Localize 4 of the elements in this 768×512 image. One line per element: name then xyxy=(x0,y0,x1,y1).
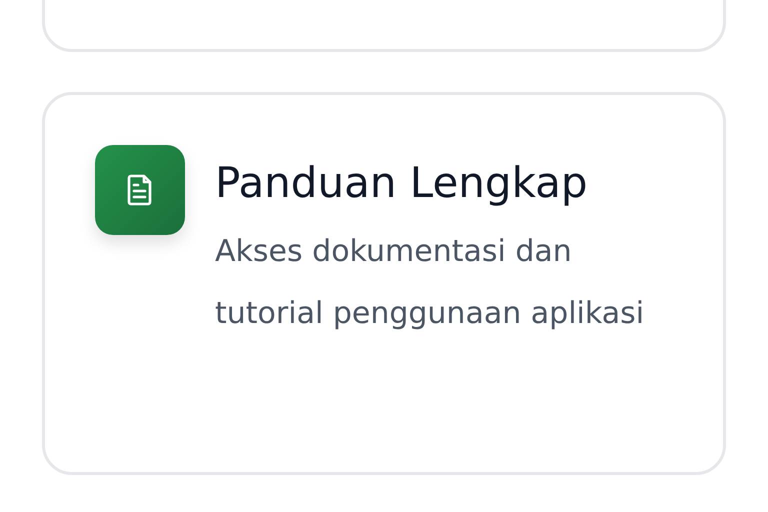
card-title: Panduan Lengkap xyxy=(215,157,589,209)
document-icon xyxy=(95,145,185,235)
card[interactable]: Panduan Lengkap Akses dokumentasi dan tutorial penggunaan aplikasi xyxy=(42,92,726,475)
card-description: Akses dokumentasi dan tutorial penggunaan aplikasi xyxy=(215,233,646,333)
